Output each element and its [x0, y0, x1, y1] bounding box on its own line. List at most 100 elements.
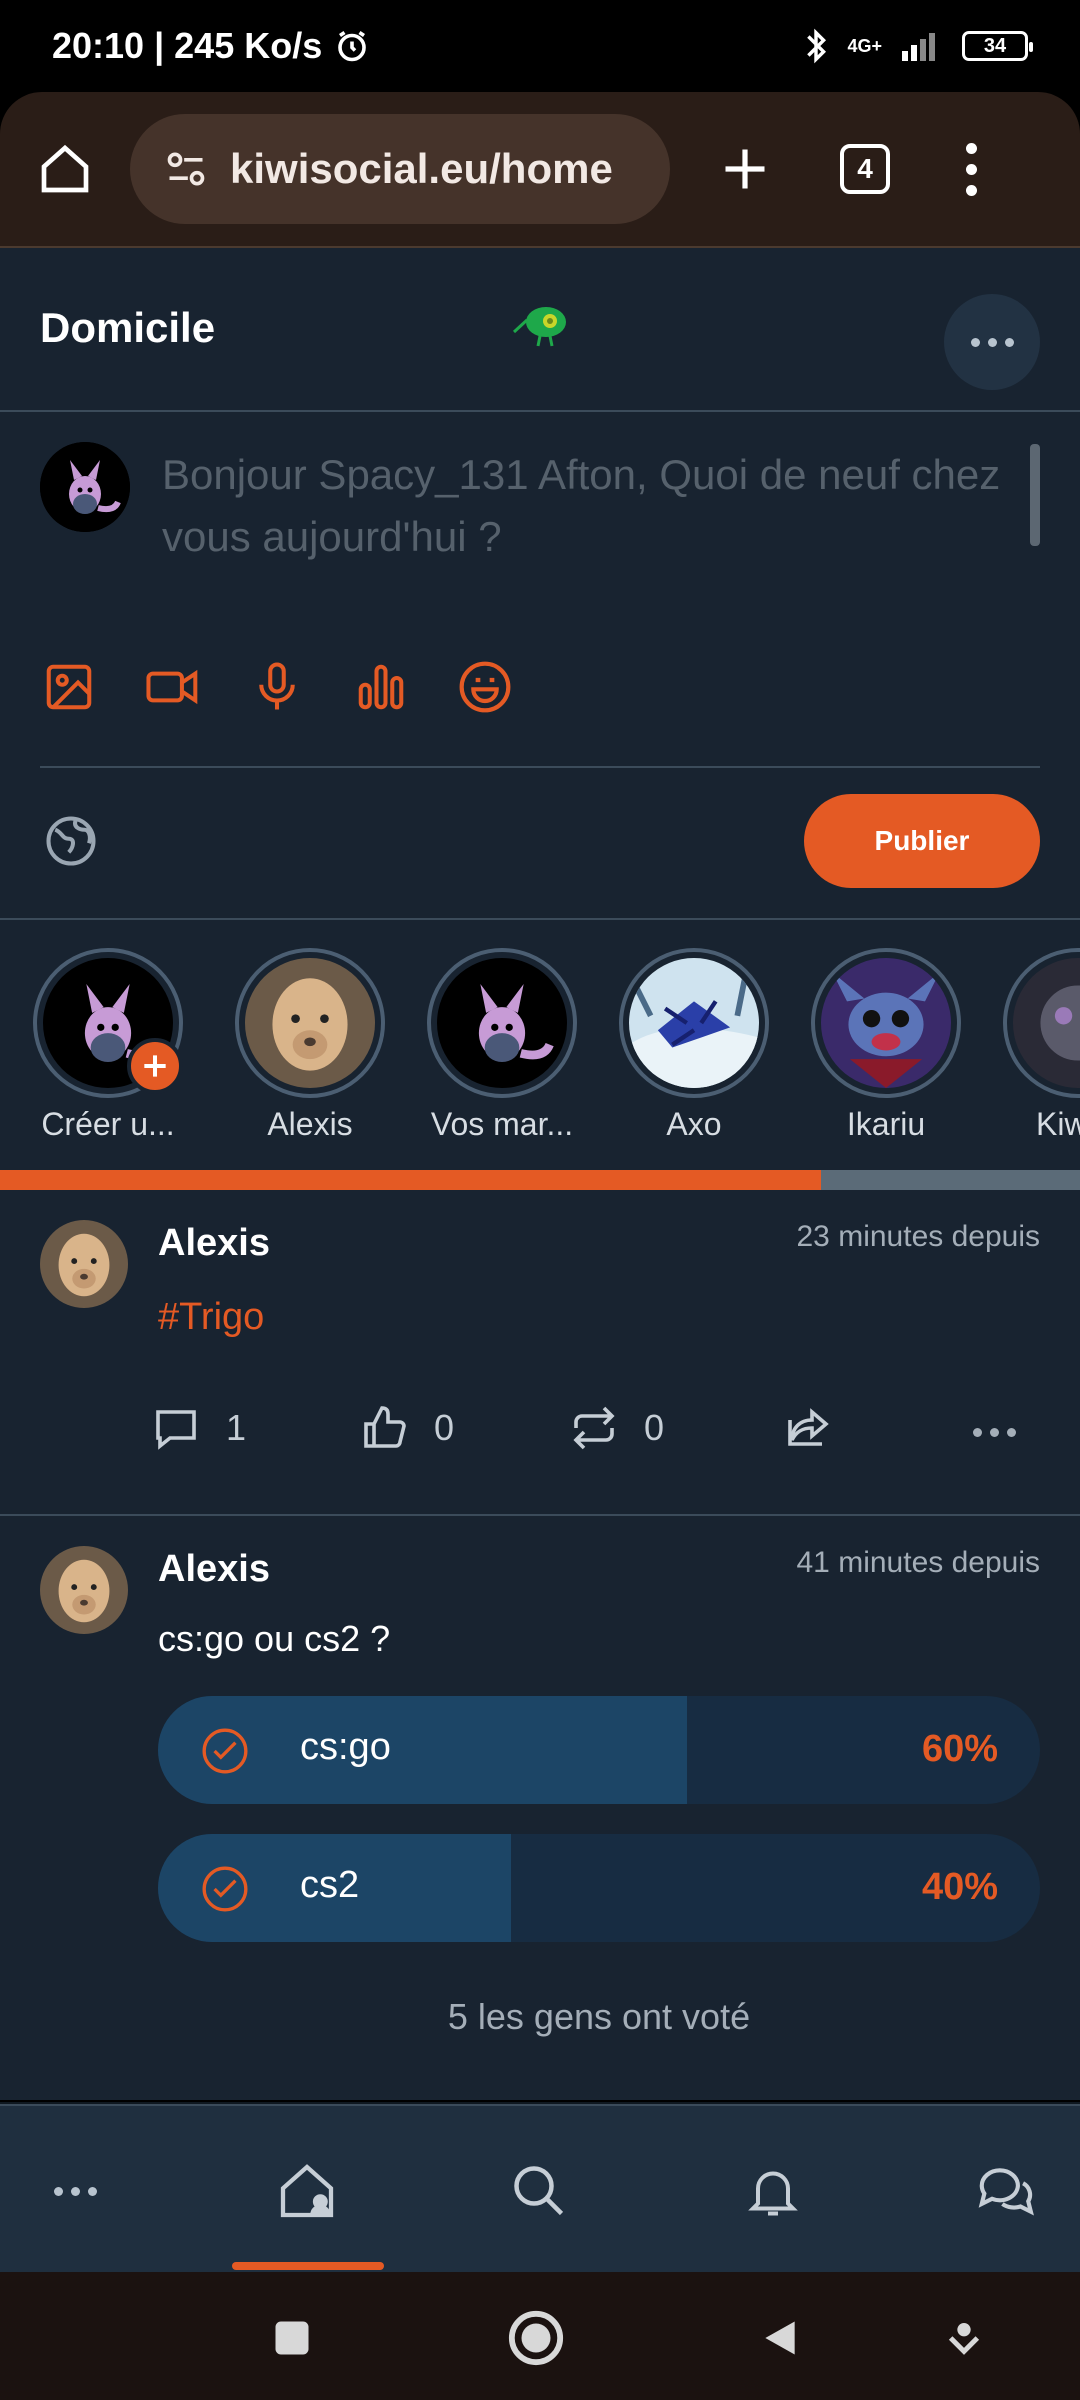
- browser-toolbar: kiwisocial.eu/home 4: [0, 92, 1080, 248]
- check-circle-icon: [202, 1866, 248, 1912]
- home-icon: [41, 144, 89, 193]
- square-icon: [275, 2321, 309, 2355]
- battery-level: 34: [983, 34, 1007, 57]
- nav-more-button[interactable]: [40, 2156, 110, 2226]
- site-settings-icon: [167, 152, 205, 186]
- url-text: kiwisocial.eu/home: [230, 145, 613, 192]
- story-avatar: [33, 948, 183, 1098]
- story-label: Ikariu: [846, 1106, 926, 1142]
- story-item[interactable]: Alexis: [230, 948, 390, 1143]
- share-button[interactable]: [784, 1404, 832, 1452]
- status-bar: 20:10 | 245 Ko/s 4G+ 34: [0, 0, 1080, 92]
- share-icon: [788, 1408, 829, 1446]
- alpaca-avatar-icon: [245, 958, 375, 1088]
- image-icon: [46, 664, 92, 710]
- story-image: [437, 958, 567, 1088]
- story-avatar: [235, 948, 385, 1098]
- post-card: Alexis 23 minutes depuis #Trigo 1 0 0: [0, 1192, 1080, 1516]
- author-avatar[interactable]: [40, 1220, 128, 1308]
- story-item[interactable]: Créer u...: [28, 948, 188, 1143]
- story-item[interactable]: Kiw: [998, 948, 1080, 1143]
- post-author[interactable]: Alexis: [158, 1548, 270, 1591]
- privacy-button[interactable]: [44, 814, 98, 868]
- browser-menu-button[interactable]: [956, 142, 986, 196]
- robot-avatar-icon: [1013, 958, 1080, 1088]
- stories-scrollbar-thumb[interactable]: [0, 1170, 821, 1190]
- chevron-down-icon: [948, 2323, 980, 2355]
- post-author[interactable]: Alexis: [158, 1222, 270, 1265]
- repost-icon: [573, 1406, 615, 1450]
- post-more-button[interactable]: [973, 1428, 1016, 1437]
- comment-count: 1: [226, 1407, 247, 1448]
- emoji-icon: [459, 661, 511, 713]
- address-bar[interactable]: kiwisocial.eu/home: [130, 114, 670, 224]
- comment-button[interactable]: 1: [152, 1404, 246, 1452]
- stories-scrollbar[interactable]: [0, 1170, 1080, 1190]
- composer-input[interactable]: Bonjour Spacy_131 Afton, Quoi de neuf ch…: [162, 444, 1002, 568]
- story-item[interactable]: Vos mar...: [422, 948, 582, 1143]
- status-time: 20:10 | 245 Ko/s: [52, 25, 323, 66]
- nav-notifications-button[interactable]: [738, 2156, 808, 2226]
- nav-home-button[interactable]: [272, 2156, 342, 2226]
- page-title: Domicile: [40, 304, 216, 351]
- story-image: [821, 958, 951, 1088]
- poll-option[interactable]: cs2 40%: [158, 1834, 1040, 1942]
- bell-icon: [748, 2171, 798, 2216]
- add-story-button[interactable]: [127, 1038, 183, 1094]
- video-button[interactable]: [144, 658, 202, 716]
- microphone-icon: [259, 662, 295, 710]
- back-button[interactable]: [750, 2308, 810, 2368]
- system-home-button[interactable]: [506, 2308, 566, 2368]
- post-time: 41 minutes depuis: [796, 1546, 1041, 1579]
- header-more-button[interactable]: [944, 294, 1040, 390]
- poll-option-percent: 60%: [921, 1728, 998, 1770]
- status-right: 4G+ 34: [803, 27, 1033, 65]
- nav-messages-button[interactable]: [970, 2156, 1040, 2226]
- alpaca-avatar-icon: [40, 1546, 128, 1634]
- repost-button[interactable]: 0: [570, 1404, 664, 1452]
- story-image: [629, 958, 759, 1088]
- home-user-icon: [280, 2164, 334, 2218]
- story-item[interactable]: Axo: [614, 948, 774, 1143]
- story-avatar: [619, 948, 769, 1098]
- axolotl-avatar-icon: [629, 958, 759, 1088]
- story-label: Alexis: [267, 1106, 353, 1142]
- poll-vote-count: 5 les gens ont voté: [447, 1996, 751, 2037]
- like-count: 0: [434, 1407, 455, 1448]
- poll-option[interactable]: cs:go 60%: [158, 1696, 1040, 1804]
- emoji-button[interactable]: [456, 658, 514, 716]
- alarm-icon: [338, 31, 367, 62]
- circle-icon: [508, 2310, 564, 2366]
- publish-button[interactable]: Publier: [804, 794, 1040, 888]
- back-triangle-icon: [765, 2321, 795, 2355]
- app-content: Domicile Bonjour Spacy_131 Afton, Quoi d…: [0, 248, 1080, 2100]
- bluetooth-icon: [807, 28, 827, 64]
- browser-home-button[interactable]: [30, 134, 100, 204]
- video-icon: [146, 669, 198, 705]
- post-hashtag[interactable]: #Trigo: [158, 1296, 264, 1339]
- stories-strip: Créer u... Alexis Vos mar... Axo Ikariu …: [0, 922, 1080, 1184]
- author-avatar[interactable]: [40, 1546, 128, 1634]
- image-button[interactable]: [40, 658, 98, 716]
- post-time: 23 minutes depuis: [796, 1220, 1041, 1253]
- like-button[interactable]: 0: [360, 1404, 454, 1452]
- battery-icon: 34: [962, 31, 1033, 61]
- composer-scrollbar[interactable]: [1030, 444, 1040, 546]
- new-tab-button[interactable]: [710, 134, 780, 204]
- story-item[interactable]: Ikariu: [806, 948, 966, 1143]
- story-image: [245, 958, 375, 1088]
- story-avatar: [427, 948, 577, 1098]
- repost-count: 0: [644, 1407, 665, 1448]
- tab-switcher-button[interactable]: 4: [840, 144, 890, 194]
- composer-divider: [40, 766, 1040, 768]
- poll-button[interactable]: [352, 658, 410, 716]
- post-composer: Bonjour Spacy_131 Afton, Quoi de neuf ch…: [0, 414, 1080, 920]
- microphone-button[interactable]: [248, 658, 306, 716]
- fox-avatar-icon: [40, 442, 130, 532]
- recents-button[interactable]: [262, 2308, 322, 2368]
- story-image: [1013, 958, 1080, 1088]
- nav-search-button[interactable]: [504, 2156, 574, 2226]
- story-label: Kiw: [1036, 1106, 1080, 1142]
- story-avatar: [811, 948, 961, 1098]
- keyboard-hide-button[interactable]: [934, 2308, 994, 2368]
